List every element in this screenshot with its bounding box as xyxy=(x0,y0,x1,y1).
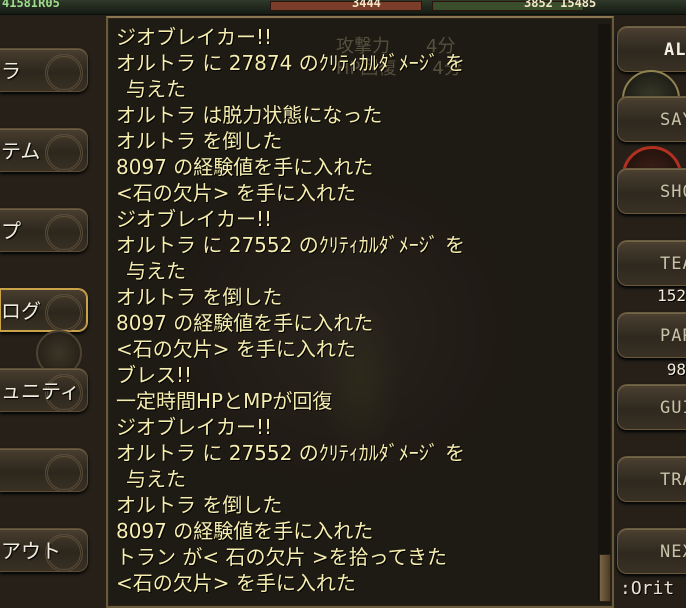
left-menu-label: アウト xyxy=(1,539,61,563)
channel-button-team[interactable]: TEAM xyxy=(617,240,686,286)
swirl-ornament-icon xyxy=(45,54,83,91)
log-line: 与えた xyxy=(126,467,186,491)
left-menu-item-item[interactable]: テム xyxy=(0,128,88,172)
log-line: オルトラ に 27552 のｸﾘﾃｨｶﾙﾀﾞﾒｰｼﾞ を xyxy=(116,441,466,465)
left-menu-item-map[interactable]: プ xyxy=(0,208,88,252)
swirl-ornament-icon xyxy=(45,134,83,171)
right-chat-channel-menu: ALL SAY SHOUT TEAM 152 PARTY 98 GUILD TR… xyxy=(614,0,686,608)
log-line: オルトラ に 27552 のｸﾘﾃｨｶﾙﾀﾞﾒｰｼﾞ を xyxy=(116,233,466,257)
player-name-tag: :Orit xyxy=(620,578,675,599)
log-line: <石の欠片> を手に入れた xyxy=(116,181,356,205)
log-line: 8097 の経験値を手に入れた xyxy=(116,519,374,543)
swirl-ornament-icon xyxy=(45,214,83,251)
left-menu-label: プ xyxy=(1,219,21,243)
left-menu-item-community[interactable]: ュニティ xyxy=(0,368,88,412)
log-line: 与えた xyxy=(126,77,186,101)
top-right-value: 3852 15485 xyxy=(524,0,597,10)
log-line: オルトラ に 27874 のｸﾘﾃｨｶﾙﾀﾞﾒｰｼﾞ を xyxy=(116,51,466,75)
channel-button-trade[interactable]: TRADE xyxy=(617,456,686,502)
channel-button-party[interactable]: PARTY xyxy=(617,312,686,358)
swirl-ornament-icon xyxy=(45,454,83,491)
log-line: ブレス!! xyxy=(116,363,193,387)
log-line: 一定時間HPとMPが回復 xyxy=(116,389,333,413)
channel-button-guild[interactable]: GUILD xyxy=(617,384,686,430)
log-line: ジオブレイカー!! xyxy=(116,207,273,231)
left-menu-item-logout[interactable]: アウト xyxy=(0,528,88,572)
left-menu-label: ログ xyxy=(1,299,41,323)
channel-button-all[interactable]: ALL xyxy=(617,26,686,72)
right-counter-1: 152 xyxy=(657,286,686,305)
channel-button-say[interactable]: SAY xyxy=(617,96,686,142)
right-counter-2: 98 xyxy=(666,360,686,379)
log-line: ジオブレイカー!! xyxy=(116,415,273,439)
log-scroll-thumb[interactable] xyxy=(599,554,611,602)
log-line: トラン が< 石の欠片 >を拾ってきた xyxy=(116,545,447,569)
log-line: オルトラ を倒した xyxy=(116,129,283,153)
top-mid-value: 3444 xyxy=(352,0,381,10)
swirl-ornament-icon xyxy=(45,294,83,331)
left-menu-label: テム xyxy=(1,139,41,163)
left-menu: ラ テム プ ログ ュニティ アウト xyxy=(0,0,106,608)
chat-log-panel: 攻撃力 4分 HP回復 4分 ジオブレイカー!! オルトラ に 27874 のｸ… xyxy=(106,16,614,608)
left-menu-item-log[interactable]: ログ xyxy=(0,288,88,332)
log-line: ジオブレイカー!! xyxy=(116,25,273,49)
log-scrollbar[interactable] xyxy=(598,24,611,602)
log-line: オルトラ は脱力状態になった xyxy=(116,103,383,127)
log-line: オルトラ を倒した xyxy=(116,285,283,309)
left-menu-label: ュニティ xyxy=(1,379,80,403)
top-gauge xyxy=(270,1,422,11)
left-menu-item-blank[interactable] xyxy=(0,448,88,492)
log-line: オルトラ を倒した xyxy=(116,493,283,517)
channel-button-next[interactable]: NEXT xyxy=(617,528,686,574)
left-menu-label: ラ xyxy=(1,59,21,83)
log-line: <石の欠片> を手に入れた xyxy=(116,571,356,595)
log-line: 8097 の経験値を手に入れた xyxy=(116,311,374,335)
channel-button-shout[interactable]: SHOUT xyxy=(617,168,686,214)
log-line: 8097 の経験値を手に入れた xyxy=(116,155,374,179)
log-lines: ジオブレイカー!! オルトラ に 27874 のｸﾘﾃｨｶﾙﾀﾞﾒｰｼﾞ を 与… xyxy=(116,24,604,596)
left-menu-label xyxy=(0,459,1,483)
left-menu-item-chara[interactable]: ラ xyxy=(0,48,88,92)
log-line: <石の欠片> を手に入れた xyxy=(116,337,356,361)
log-line: 与えた xyxy=(126,259,186,283)
